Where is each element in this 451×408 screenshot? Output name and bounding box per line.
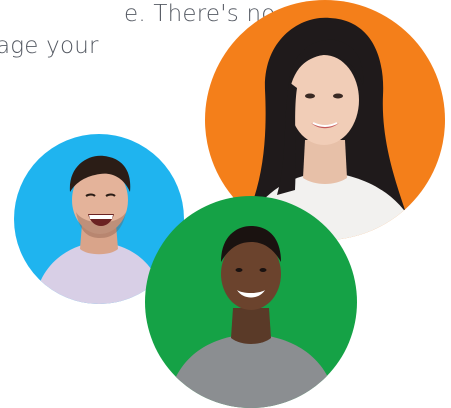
intro-text-line-2: age your: [0, 33, 99, 59]
avatar-man-smiling: [145, 196, 357, 408]
